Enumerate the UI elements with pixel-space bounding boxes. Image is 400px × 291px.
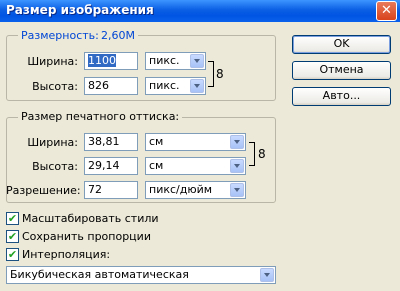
chevron-down-icon[interactable] xyxy=(190,54,204,68)
print-link-bracket xyxy=(249,142,255,166)
pixel-height-label: Высота: xyxy=(32,80,78,93)
constrain-proportions-label[interactable]: Сохранить пропорции xyxy=(22,230,151,243)
print-width-unit: см xyxy=(149,135,164,148)
image-size-dialog: Размер изображения ✕ Размерность: 2,60M … xyxy=(0,0,400,291)
resolution-value: 72 xyxy=(88,183,102,196)
pixel-width-label: Ширина: xyxy=(27,55,78,68)
chain-link-icon: 8 xyxy=(216,67,224,81)
cancel-button[interactable]: Отмена xyxy=(292,61,391,80)
pixel-width-unit-select[interactable]: пикс. xyxy=(145,52,206,70)
resolution-label: Разрешение: xyxy=(6,184,81,197)
title-bar[interactable]: Размер изображения ✕ xyxy=(0,0,400,22)
resolution-input[interactable]: 72 xyxy=(84,181,138,199)
dimensions-legend: Размерность: xyxy=(18,29,102,42)
interpolation-value: Бикубическая автоматическая xyxy=(10,268,189,281)
auto-button[interactable]: Авто... xyxy=(292,87,391,106)
print-width-label: Ширина: xyxy=(27,136,78,149)
chevron-down-icon[interactable] xyxy=(230,135,244,149)
pixel-width-input[interactable]: 1100 xyxy=(84,52,138,70)
dialog-title: Размер изображения xyxy=(6,3,154,17)
pixel-height-value: 826 xyxy=(88,79,109,92)
print-width-input[interactable]: 38,81 xyxy=(84,133,138,151)
chevron-down-icon[interactable] xyxy=(190,79,204,93)
pixel-height-input[interactable]: 826 xyxy=(84,77,138,95)
pixel-width-unit: пикс. xyxy=(149,54,180,67)
interpolation-select[interactable]: Бикубическая автоматическая xyxy=(6,266,276,284)
pixel-height-unit: пикс. xyxy=(149,79,180,92)
print-height-unit-select[interactable]: см xyxy=(145,157,246,175)
print-height-value: 29,14 xyxy=(88,159,120,172)
ok-button[interactable]: OK xyxy=(292,35,391,54)
chain-link-icon: 8 xyxy=(258,147,266,161)
constrain-proportions-checkbox[interactable]: ✔ xyxy=(6,230,19,243)
pixel-link-bracket xyxy=(208,61,214,87)
resample-checkbox[interactable]: ✔ xyxy=(6,248,19,261)
close-button[interactable]: ✕ xyxy=(376,1,397,21)
pixel-width-value: 1100 xyxy=(88,54,116,67)
chevron-down-icon[interactable] xyxy=(260,268,274,282)
resolution-unit: пикс/дюйм xyxy=(149,183,213,196)
print-width-value: 38,81 xyxy=(88,135,120,148)
print-size-legend: Размер печатного оттиска: xyxy=(18,110,183,123)
chevron-down-icon[interactable] xyxy=(230,159,244,173)
scale-styles-label[interactable]: Масштабировать стили xyxy=(22,212,159,225)
print-height-input[interactable]: 29,14 xyxy=(84,157,138,175)
pixel-height-unit-select[interactable]: пикс. xyxy=(145,77,206,95)
chevron-down-icon[interactable] xyxy=(230,183,244,197)
scale-styles-checkbox[interactable]: ✔ xyxy=(6,212,19,225)
resolution-unit-select[interactable]: пикс/дюйм xyxy=(145,181,246,199)
print-width-unit-select[interactable]: см xyxy=(145,133,246,151)
dimensions-size-value: 2,60M xyxy=(98,29,138,42)
print-height-label: Высота: xyxy=(32,160,78,173)
print-height-unit: см xyxy=(149,159,164,172)
resample-label[interactable]: Интерполяция: xyxy=(22,248,110,261)
